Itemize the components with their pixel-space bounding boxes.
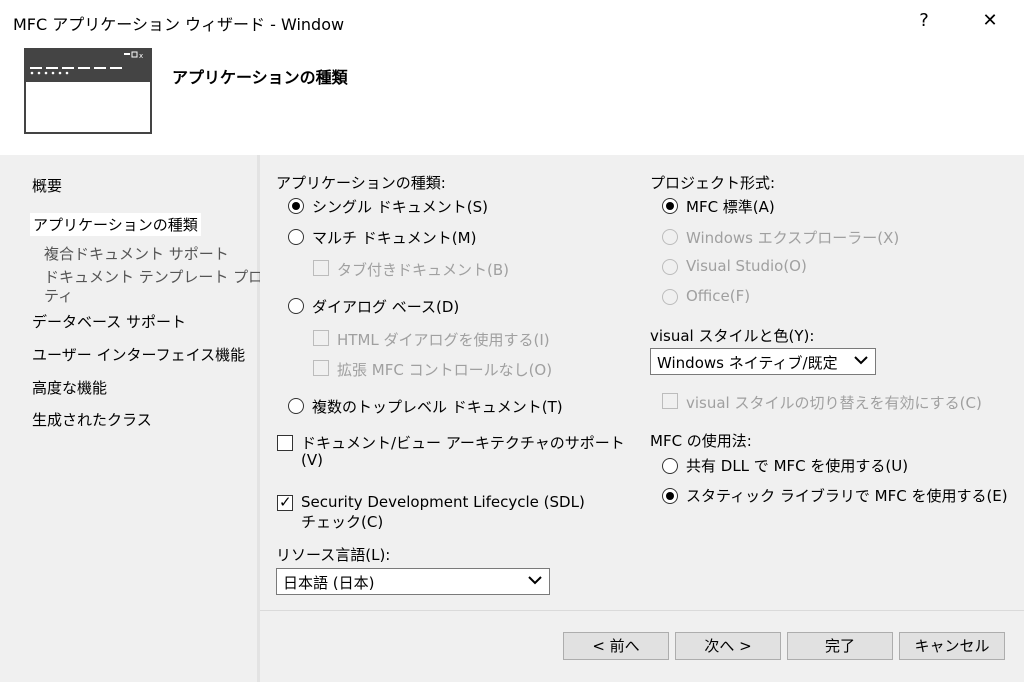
radio-single-doc-label[interactable]: シングル ドキュメント(S): [312, 196, 488, 217]
help-button[interactable]: ?: [906, 4, 942, 38]
resource-lang-label: リソース言語(L):: [276, 546, 391, 564]
sidebar-item-advanced[interactable]: 高度な機能: [32, 377, 107, 398]
checkbox-doc-view-label[interactable]: ドキュメント/ビュー アーキテクチャのサポート: [301, 432, 625, 453]
prev-button[interactable]: < 前へ: [563, 632, 669, 660]
page-title: アプリケーションの種類: [172, 68, 348, 87]
window-illustration-icon: x: [24, 48, 152, 134]
radio-mfc-standard[interactable]: [662, 198, 678, 214]
sidebar-item-overview[interactable]: 概要: [32, 175, 62, 196]
radio-visual-studio[interactable]: [662, 259, 678, 275]
checkbox-sdl-label[interactable]: Security Development Lifecycle (SDL): [301, 493, 585, 511]
sidebar-item-ui-features[interactable]: ユーザー インターフェイス機能: [32, 344, 245, 365]
radio-static-lib[interactable]: [662, 488, 678, 504]
title-bar: MFC アプリケーション ウィザード - Window ? ✕: [0, 0, 1024, 44]
checkbox-html-dialog-label: HTML ダイアログを使用する(I): [337, 331, 550, 349]
sidebar-item-database[interactable]: データベース サポート: [32, 311, 186, 332]
radio-windows-explorer-label: Windows エクスプローラー(X): [686, 229, 900, 247]
visual-style-label: visual スタイルと色(Y):: [650, 327, 815, 345]
cancel-button[interactable]: キャンセル: [899, 632, 1005, 660]
next-button[interactable]: 次へ >: [675, 632, 781, 660]
radio-office-label: Office(F): [686, 287, 751, 305]
visual-style-select[interactable]: Windows ネイティブ/既定: [650, 348, 876, 375]
checkbox-tabbed-doc[interactable]: [313, 260, 329, 276]
radio-dialog-based-label[interactable]: ダイアログ ベース(D): [312, 296, 459, 317]
radio-multi-toplevel[interactable]: [288, 398, 304, 414]
checkbox-html-dialog[interactable]: [313, 330, 329, 346]
radio-visual-studio-label: Visual Studio(O): [686, 257, 807, 275]
checkbox-sdl[interactable]: [277, 493, 293, 511]
visual-style-value: Windows ネイティブ/既定: [657, 354, 838, 372]
finish-button[interactable]: 完了: [787, 632, 893, 660]
window-title: MFC アプリケーション ウィザード - Window: [13, 15, 345, 34]
wizard-header: x アプリケーションの種類: [0, 44, 1024, 155]
checkbox-no-ext-mfc[interactable]: [313, 360, 329, 376]
checkbox-visual-toggle[interactable]: [662, 393, 678, 409]
sidebar-item-doc-template-cont[interactable]: ティ: [44, 285, 73, 306]
checkbox-no-ext-mfc-label: 拡張 MFC コントロールなし(O): [337, 361, 553, 379]
radio-windows-explorer[interactable]: [662, 229, 678, 245]
radio-shared-dll-label[interactable]: 共有 DLL で MFC を使用する(U): [686, 455, 908, 476]
resource-lang-select[interactable]: 日本語 (日本): [276, 568, 550, 595]
radio-dialog-based[interactable]: [288, 298, 304, 314]
checkbox-sdl-label-2[interactable]: チェック(C): [301, 511, 383, 532]
checkbox-tabbed-doc-label: タブ付きドキュメント(B): [337, 261, 509, 279]
resource-lang-value: 日本語 (日本): [283, 574, 375, 592]
checkbox-doc-view-label-2[interactable]: (V): [301, 451, 323, 469]
radio-single-doc[interactable]: [288, 198, 304, 214]
radio-shared-dll[interactable]: [662, 458, 678, 474]
close-button[interactable]: ✕: [972, 4, 1008, 38]
chevron-down-icon: [853, 350, 869, 374]
radio-multi-doc[interactable]: [288, 229, 304, 245]
chevron-down-icon: [527, 570, 543, 594]
radio-mfc-standard-label[interactable]: MFC 標準(A): [686, 196, 775, 217]
checkbox-visual-toggle-label: visual スタイルの切り替えを有効にする(C): [686, 394, 982, 412]
mfc-use-label: MFC の使用法:: [650, 432, 752, 450]
radio-multi-toplevel-label[interactable]: 複数のトップレベル ドキュメント(T): [312, 396, 563, 417]
svg-text:x: x: [139, 52, 143, 60]
radio-multi-doc-label[interactable]: マルチ ドキュメント(M): [312, 227, 476, 248]
sidebar-item-compound-doc[interactable]: 複合ドキュメント サポート: [44, 243, 229, 264]
radio-office[interactable]: [662, 289, 678, 305]
sidebar-item-doc-template[interactable]: ドキュメント テンプレート プロパ: [44, 266, 278, 287]
sidebar-item-generated-classes[interactable]: 生成されたクラス: [32, 409, 152, 430]
app-type-label: アプリケーションの種類:: [276, 174, 446, 192]
project-style-label: プロジェクト形式:: [650, 174, 776, 192]
footer-divider: [260, 610, 1024, 611]
radio-static-lib-label[interactable]: スタティック ライブラリで MFC を使用する(E): [686, 485, 1008, 506]
sidebar-item-app-type[interactable]: アプリケーションの種類: [30, 213, 201, 236]
checkbox-doc-view[interactable]: [277, 435, 293, 451]
